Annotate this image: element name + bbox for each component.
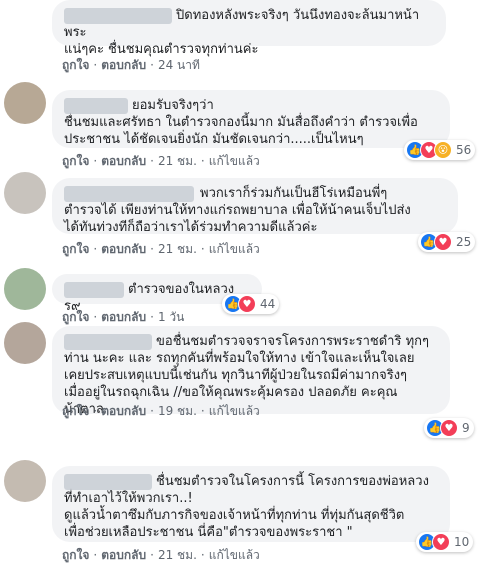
like-link[interactable]: ถูกใจ <box>62 242 89 256</box>
comment-actions: ถูกใจ · ตอบกลับ · 1 วัน <box>62 310 185 324</box>
love-icon: ♥ <box>432 533 450 551</box>
avatar[interactable] <box>4 460 46 502</box>
avatar[interactable] <box>4 82 46 124</box>
reply-link[interactable]: ตอบกลับ <box>101 404 146 418</box>
love-icon: ♥ <box>440 419 458 437</box>
comment-bubble: ชื่นชมตำรวจในโครงการนี้ โครงการของพ่อหลว… <box>52 466 450 542</box>
author-name-redacted[interactable] <box>64 185 194 202</box>
comment-actions: ถูกใจ · ตอบกลับ · 21 ชม. · แก้ไขแล้ว <box>62 242 260 256</box>
reaction-count: 44 <box>260 297 276 311</box>
timestamp[interactable]: 19 ชม. <box>158 404 197 418</box>
avatar[interactable] <box>4 172 46 214</box>
edited-label[interactable]: แก้ไขแล้ว <box>209 154 260 168</box>
reply-link[interactable]: ตอบกลับ <box>101 154 146 168</box>
edited-label[interactable]: แก้ไขแล้ว <box>209 242 260 256</box>
author-name-redacted[interactable] <box>64 7 172 24</box>
comment-actions: ถูกใจ · ตอบกลับ · 21 ชม. · แก้ไขแล้ว <box>62 548 260 562</box>
reaction-count: 56 <box>456 143 472 157</box>
reaction-count: 9 <box>462 421 470 435</box>
author-name-redacted[interactable] <box>64 473 152 490</box>
reply-link[interactable]: ตอบกลับ <box>101 58 146 72</box>
comments-list: ปิดทองหลังพระจริงๆ วันนึงทองจะล้นมาหน้าพ… <box>0 0 500 562</box>
edited-label[interactable]: แก้ไขแล้ว <box>209 404 260 418</box>
reaction-count: 25 <box>456 235 472 249</box>
reaction-count: 10 <box>454 535 470 549</box>
like-link[interactable]: ถูกใจ <box>62 404 89 418</box>
author-name-redacted[interactable] <box>64 333 152 350</box>
like-link[interactable]: ถูกใจ <box>62 310 89 324</box>
avatar[interactable] <box>4 322 46 364</box>
timestamp[interactable]: 21 ชม. <box>158 154 197 168</box>
author-name-redacted[interactable] <box>64 97 128 114</box>
wow-icon: 😮 <box>434 141 452 159</box>
comment-bubble: ปิดทองหลังพระจริงๆ วันนึงทองจะล้นมาหน้าพ… <box>52 0 446 57</box>
comment-bubble: ยอมรับจริงๆว่า ชื่นชมและศรัทธา ในตำรวจกอ… <box>52 90 450 148</box>
like-link[interactable]: ถูกใจ <box>62 154 89 168</box>
love-icon: ♥ <box>434 233 452 251</box>
reaction-summary[interactable]: 👍 ♥ 10 <box>416 532 474 552</box>
author-name-redacted[interactable] <box>64 281 124 298</box>
reaction-summary[interactable]: 👍 ♥ 25 <box>418 232 476 252</box>
love-icon: ♥ <box>238 295 256 313</box>
reaction-summary[interactable]: 👍 ♥ 9 <box>424 418 474 438</box>
reaction-summary[interactable]: 👍 ♥ 44 <box>222 294 280 314</box>
comment-bubble: พวกเราก็ร่วมกันเป็นฮีโร่เหมือนพี่ๆ ตำรวจ… <box>52 178 458 235</box>
timestamp[interactable]: 21 ชม. <box>158 242 197 256</box>
comment-actions: ถูกใจ · ตอบกลับ · 21 ชม. · แก้ไขแล้ว <box>62 154 260 168</box>
reply-link[interactable]: ตอบกลับ <box>101 242 146 256</box>
timestamp[interactable]: 24 นาที <box>158 58 200 72</box>
comment-actions: ถูกใจ · ตอบกลับ · 19 ชม. · แก้ไขแล้ว <box>62 404 260 418</box>
reaction-summary[interactable]: 👍 ♥ 😮 56 <box>404 140 476 160</box>
reply-link[interactable]: ตอบกลับ <box>101 310 146 324</box>
like-link[interactable]: ถูกใจ <box>62 58 89 72</box>
comment-actions: ถูกใจ · ตอบกลับ · 24 นาที <box>62 58 200 72</box>
comment-bubble: ขอชื่นชมตำรวจจราจรโครงการพระราชดำริ ทุกๆ… <box>52 326 450 417</box>
avatar[interactable] <box>4 268 46 310</box>
timestamp[interactable]: 1 วัน <box>158 310 184 324</box>
